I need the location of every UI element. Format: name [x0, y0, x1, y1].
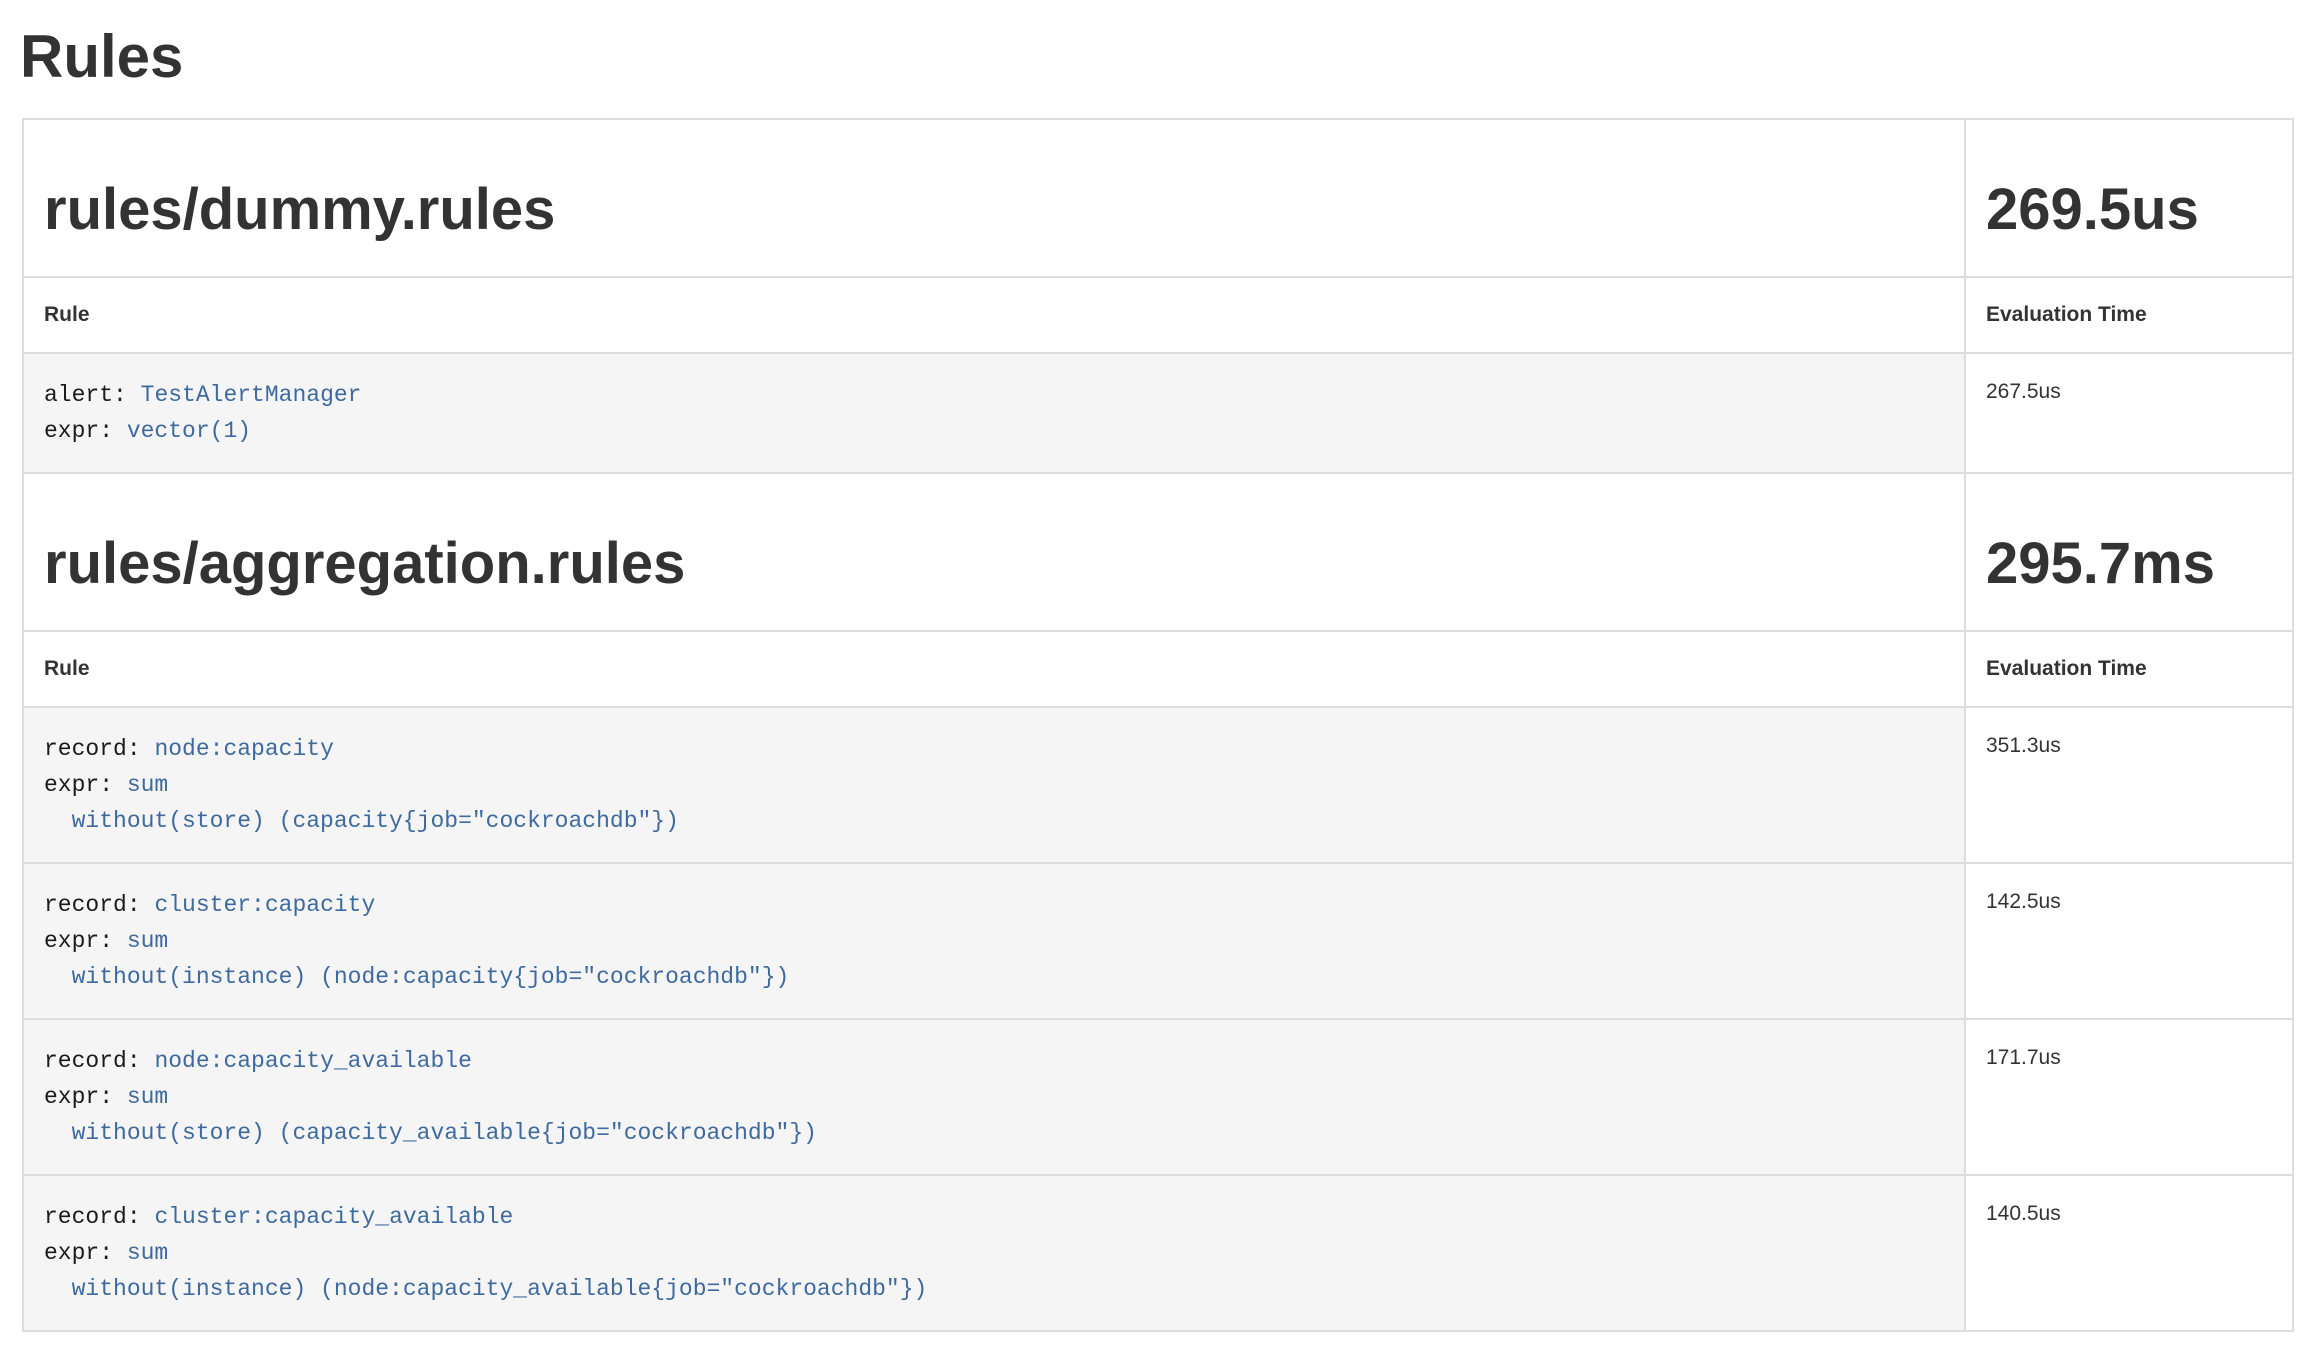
- rule-group-header-row: rules/aggregation.rules 295.7ms: [23, 473, 2293, 631]
- rule-expr-text: sum: [127, 772, 168, 798]
- group-total-eval-time: 295.7ms: [1986, 532, 2292, 596]
- rule-eval-time-cell: 142.5us: [1965, 863, 2293, 1019]
- rule-eval-time-cell: 267.5us: [1965, 353, 2293, 473]
- rule-code-line: record: node:capacity: [44, 731, 1944, 767]
- group-total-eval-time: 269.5us: [1986, 178, 2292, 242]
- group-file-name: rules/dummy.rules: [44, 178, 1964, 242]
- rule-eval-time: 142.5us: [1986, 890, 2061, 913]
- rule-code-line: without(instance) (node:capacity_availab…: [44, 1271, 1944, 1307]
- rule-column-header: Rule: [23, 631, 1965, 707]
- group-file-name: rules/aggregation.rules: [44, 532, 1964, 596]
- rule-code-line: expr: vector(1): [44, 413, 1944, 449]
- rule-code-key: record:: [44, 736, 141, 762]
- evaluation-time-column-header: Evaluation Time: [1965, 277, 2293, 353]
- rule-code-cell: record: node:capacity_availableexpr: sum…: [23, 1019, 1965, 1175]
- rule-expr-text: sum: [127, 928, 168, 954]
- rule-column-header: Rule: [23, 277, 1965, 353]
- rule-code-line: record: cluster:capacity_available: [44, 1199, 1944, 1235]
- rule-expr-text: sum: [127, 1240, 168, 1266]
- evaluation-time-column-header: Evaluation Time: [1965, 631, 2293, 707]
- rule-name-link[interactable]: node:capacity: [154, 736, 333, 762]
- rule-code-line: without(store) (capacity_available{job="…: [44, 1115, 1944, 1151]
- rules-table: rules/dummy.rules269.5usRuleEvaluation T…: [22, 118, 2294, 1332]
- rule-code-key: expr:: [44, 1240, 113, 1266]
- rule-code-line: expr: sum: [44, 1079, 1944, 1115]
- rule-code-cell: alert: TestAlertManagerexpr: vector(1): [23, 353, 1965, 473]
- rule-code-key: record:: [44, 1204, 141, 1230]
- rule-row: alert: TestAlertManagerexpr: vector(1)26…: [23, 353, 2293, 473]
- column-header-row: RuleEvaluation Time: [23, 277, 2293, 353]
- rule-expr-text: without(instance) (node:capacity{job="co…: [44, 964, 789, 990]
- rule-code-key: expr:: [44, 928, 113, 954]
- rule-eval-time: 171.7us: [1986, 1046, 2061, 1069]
- rule-code-line: expr: sum: [44, 923, 1944, 959]
- rule-code-line: without(store) (capacity{job="cockroachd…: [44, 803, 1944, 839]
- rule-code-line: record: cluster:capacity: [44, 887, 1944, 923]
- rule-code-line: without(instance) (node:capacity{job="co…: [44, 959, 1944, 995]
- rule-code-cell: record: cluster:capacity_availableexpr: …: [23, 1175, 1965, 1331]
- rule-row: record: cluster:capacityexpr: sum withou…: [23, 863, 2293, 1019]
- rule-code-key: expr:: [44, 1084, 113, 1110]
- group-file-cell: rules/aggregation.rules: [23, 473, 1965, 631]
- rule-code-line: expr: sum: [44, 1235, 1944, 1271]
- page-title: Rules: [20, 24, 2316, 90]
- rule-code-line: alert: TestAlertManager: [44, 377, 1944, 413]
- rule-expr-text: without(instance) (node:capacity_availab…: [44, 1276, 927, 1302]
- rule-code-cell: record: cluster:capacityexpr: sum withou…: [23, 863, 1965, 1019]
- rule-expr-text: vector(1): [127, 418, 251, 444]
- rule-expr-text: sum: [127, 1084, 168, 1110]
- rule-expr-text: without(store) (capacity{job="cockroachd…: [44, 808, 679, 834]
- rule-code-key: record:: [44, 1048, 141, 1074]
- rule-code-key: alert:: [44, 382, 127, 408]
- rule-name-link[interactable]: cluster:capacity_available: [154, 1204, 513, 1230]
- rule-code-cell: record: node:capacityexpr: sum without(s…: [23, 707, 1965, 863]
- rule-code-key: record:: [44, 892, 141, 918]
- rule-code-key: expr:: [44, 772, 113, 798]
- rule-code-line: record: node:capacity_available: [44, 1043, 1944, 1079]
- column-header-row: RuleEvaluation Time: [23, 631, 2293, 707]
- group-total-eval-time-cell: 295.7ms: [1965, 473, 2293, 631]
- rule-eval-time: 267.5us: [1986, 380, 2061, 403]
- rule-eval-time: 140.5us: [1986, 1202, 2061, 1225]
- rule-eval-time-cell: 171.7us: [1965, 1019, 2293, 1175]
- rule-code-key: expr:: [44, 418, 113, 444]
- rule-name-link[interactable]: TestAlertManager: [141, 382, 362, 408]
- rule-name-link[interactable]: node:capacity_available: [154, 1048, 471, 1074]
- rule-eval-time-cell: 140.5us: [1965, 1175, 2293, 1331]
- rule-row: record: cluster:capacity_availableexpr: …: [23, 1175, 2293, 1331]
- rule-eval-time: 351.3us: [1986, 734, 2061, 757]
- rule-name-link[interactable]: cluster:capacity: [154, 892, 375, 918]
- rule-row: record: node:capacity_availableexpr: sum…: [23, 1019, 2293, 1175]
- rule-code-line: expr: sum: [44, 767, 1944, 803]
- group-file-cell: rules/dummy.rules: [23, 119, 1965, 277]
- rule-row: record: node:capacityexpr: sum without(s…: [23, 707, 2293, 863]
- rule-expr-text: without(store) (capacity_available{job="…: [44, 1120, 817, 1146]
- rule-group-header-row: rules/dummy.rules 269.5us: [23, 119, 2293, 277]
- rule-eval-time-cell: 351.3us: [1965, 707, 2293, 863]
- group-total-eval-time-cell: 269.5us: [1965, 119, 2293, 277]
